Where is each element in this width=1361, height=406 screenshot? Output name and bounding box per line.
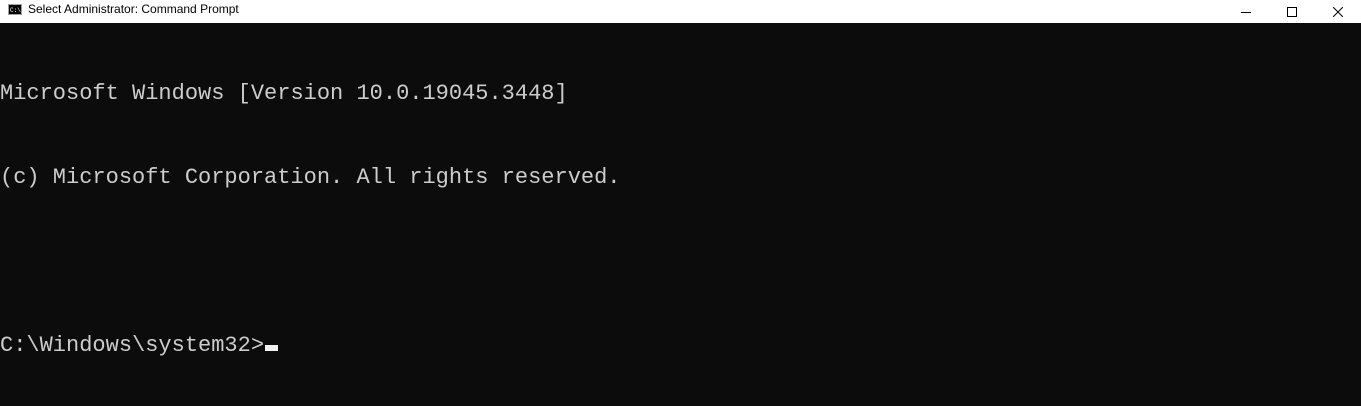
title-bar[interactable]: C:\ Select Administrator: Command Prompt bbox=[0, 0, 1361, 23]
maximize-icon bbox=[1287, 6, 1297, 17]
minimize-icon bbox=[1241, 11, 1251, 13]
command-prompt-window: C:\ Select Administrator: Command Prompt bbox=[0, 0, 1361, 406]
window-title: Select Administrator: Command Prompt bbox=[28, 2, 239, 16]
console-output[interactable]: Microsoft Windows [Version 10.0.19045.34… bbox=[0, 23, 1361, 406]
console-line: (c) Microsoft Corporation. All rights re… bbox=[0, 165, 621, 190]
text-cursor bbox=[265, 345, 279, 351]
minimize-button[interactable] bbox=[1223, 0, 1269, 23]
maximize-button[interactable] bbox=[1269, 0, 1315, 23]
prompt-path: C:\Windows\system32> bbox=[0, 333, 265, 358]
svg-text:C:\: C:\ bbox=[10, 7, 21, 14]
close-button[interactable] bbox=[1315, 0, 1361, 23]
cmd-icon: C:\ bbox=[8, 4, 22, 15]
console-line: Microsoft Windows [Version 10.0.19045.34… bbox=[0, 81, 568, 106]
caption-buttons bbox=[1223, 0, 1361, 23]
close-icon bbox=[1333, 6, 1343, 17]
prompt-line[interactable]: C:\Windows\system32> bbox=[0, 332, 1361, 360]
